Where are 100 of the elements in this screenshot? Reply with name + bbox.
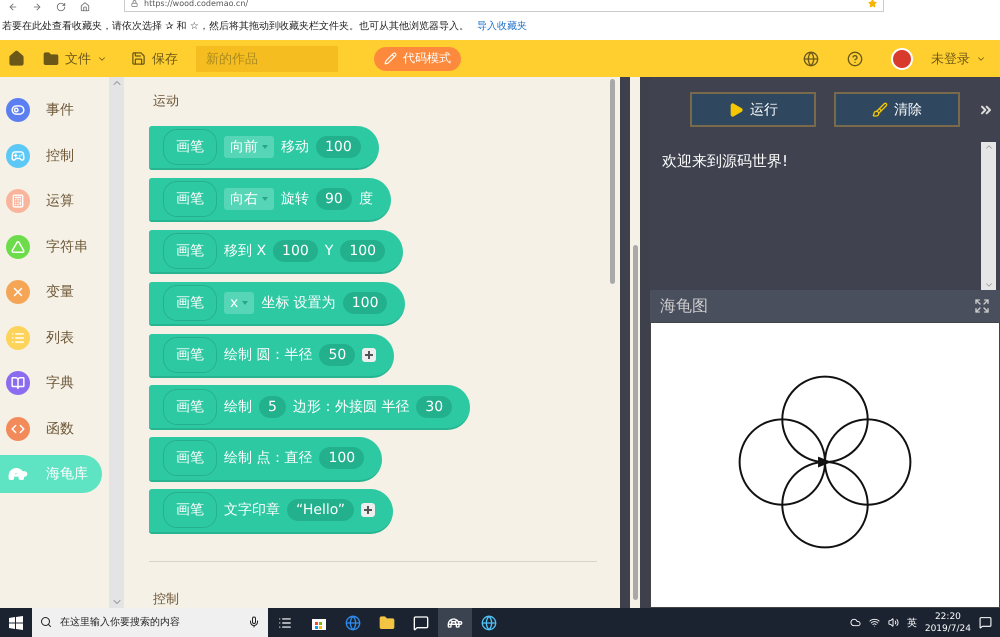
back-icon[interactable] bbox=[8, 2, 18, 12]
taskbar-app-button[interactable] bbox=[438, 608, 472, 637]
save-button[interactable]: 保存 bbox=[125, 50, 184, 68]
section-title: 控制 bbox=[153, 590, 180, 608]
lock-icon bbox=[131, 0, 138, 7]
home-icon[interactable] bbox=[80, 2, 90, 12]
block-text: 移动 bbox=[281, 138, 309, 156]
category-item[interactable]: 海龟库 bbox=[0, 455, 102, 493]
block-text: Y bbox=[324, 242, 334, 259]
block-text: 文字印章 bbox=[224, 501, 280, 520]
code-block[interactable]: 画笔 移到 X 100 Y 100 bbox=[149, 230, 404, 274]
block-value[interactable]: 100 bbox=[316, 136, 361, 158]
pen-label: 画笔 bbox=[163, 388, 217, 425]
expand-icon[interactable] bbox=[974, 298, 990, 314]
help-icon[interactable] bbox=[847, 50, 863, 66]
avatar[interactable] bbox=[891, 48, 913, 70]
block-text: 绘制 bbox=[224, 398, 252, 416]
category-item[interactable]: 字典 bbox=[0, 364, 102, 402]
globe-icon[interactable] bbox=[803, 50, 819, 66]
panel-title: 海龟图 bbox=[660, 296, 708, 316]
message-icon[interactable] bbox=[413, 614, 429, 630]
save-icon bbox=[131, 51, 146, 66]
pen-label: 画笔 bbox=[163, 232, 217, 269]
task-view-icon[interactable] bbox=[278, 616, 292, 630]
block-value[interactable]: 90 bbox=[316, 188, 352, 210]
cloud-icon[interactable] bbox=[850, 617, 861, 628]
pen-label: 画笔 bbox=[163, 129, 217, 166]
code-block[interactable]: 画笔 向右 旋转 90 度 bbox=[149, 178, 391, 222]
scrollbar-thumb[interactable] bbox=[632, 245, 638, 600]
brush-icon bbox=[872, 102, 888, 118]
code-block[interactable]: 画笔 x 坐标 设置为 100 bbox=[149, 282, 406, 326]
section-title: 运动 bbox=[153, 93, 180, 110]
block-dropdown[interactable]: x bbox=[224, 292, 254, 314]
title-field[interactable]: 新的作品 bbox=[196, 46, 338, 72]
block-value[interactable]: “Hello” bbox=[287, 499, 354, 522]
block-value[interactable]: 100 bbox=[273, 240, 318, 262]
code-block[interactable]: 画笔 绘制 5 边形：外接圆 半径 30 bbox=[149, 385, 470, 430]
block-text: 绘制 点：直径 bbox=[224, 449, 312, 468]
block-value[interactable]: 5 bbox=[259, 396, 286, 418]
microphone-icon[interactable] bbox=[248, 616, 260, 628]
favorites-hint: 若要在此处查看收藏夹，请依次选择 ✰ 和 ☆，然后将其拖动到收藏夹栏文件夹。也可从其他浏览器导入。 bbox=[2, 20, 469, 33]
home-icon[interactable] bbox=[8, 50, 25, 67]
pen-label: 画笔 bbox=[163, 492, 217, 528]
import-favorites-link[interactable]: 导入收藏夹 bbox=[476, 19, 527, 33]
search-icon bbox=[40, 616, 52, 628]
plus-icon[interactable] bbox=[361, 503, 376, 518]
block-value[interactable]: 30 bbox=[416, 396, 452, 418]
code-mode-button[interactable]: 代码模式 bbox=[374, 46, 461, 70]
search-field[interactable]: 在这里输入你要搜索的内容 bbox=[32, 608, 268, 637]
block-text: 边形：外接圆 半径 bbox=[292, 398, 410, 416]
code-block[interactable]: 画笔 文字印章 “Hello” bbox=[149, 489, 394, 534]
input-method[interactable]: 英 bbox=[906, 616, 917, 630]
category-item[interactable]: 列表 bbox=[0, 318, 102, 356]
block-text: 移到 X bbox=[224, 242, 266, 260]
block-value[interactable]: 100 bbox=[340, 240, 386, 262]
scrollbar-thumb[interactable] bbox=[610, 79, 615, 284]
pen-label: 画笔 bbox=[163, 440, 217, 476]
globe-icon[interactable] bbox=[481, 614, 497, 630]
block-text: 绘制 圆：半径 bbox=[224, 346, 312, 364]
clear-button[interactable]: 清除 bbox=[834, 92, 960, 127]
plus-icon[interactable] bbox=[362, 348, 376, 362]
wifi-icon[interactable] bbox=[868, 617, 880, 628]
block-value[interactable]: 100 bbox=[319, 447, 364, 470]
pen-label: 画笔 bbox=[163, 181, 217, 218]
category-item[interactable]: 字符串 bbox=[0, 228, 102, 266]
windows-icon[interactable] bbox=[9, 616, 23, 630]
notification-icon[interactable] bbox=[979, 616, 992, 629]
caret-icon bbox=[262, 197, 268, 202]
forward-icon[interactable] bbox=[32, 2, 42, 12]
folder-icon[interactable] bbox=[379, 614, 395, 630]
pen-label: 画笔 bbox=[163, 336, 217, 373]
favorite-star-icon[interactable] bbox=[868, 0, 877, 8]
user-menu[interactable]: 未登录 bbox=[925, 50, 992, 68]
block-dropdown[interactable]: 向前 bbox=[224, 136, 274, 158]
block-dropdown[interactable]: 向右 bbox=[224, 188, 274, 210]
file-menu[interactable]: 文件 bbox=[37, 50, 113, 68]
globe-icon[interactable] bbox=[345, 614, 361, 630]
block-value[interactable]: 50 bbox=[319, 344, 356, 366]
run-button[interactable]: 运行 bbox=[690, 92, 816, 127]
folder-icon bbox=[43, 50, 59, 66]
refresh-icon[interactable] bbox=[56, 2, 66, 12]
caret-icon bbox=[262, 145, 268, 150]
category-item[interactable]: 函数 bbox=[0, 410, 102, 448]
code-block[interactable]: 画笔 绘制 圆：半径 50 bbox=[149, 334, 394, 378]
code-block[interactable]: 画笔 绘制 点：直径 100 bbox=[149, 437, 382, 482]
caret-icon bbox=[242, 300, 248, 305]
volume-icon[interactable] bbox=[888, 617, 899, 628]
category-item[interactable]: 事件 bbox=[0, 91, 102, 129]
category-item[interactable]: 变量 bbox=[0, 273, 102, 311]
category-item[interactable]: 控制 bbox=[0, 136, 102, 174]
block-value[interactable]: 100 bbox=[342, 292, 388, 314]
pencil-icon bbox=[384, 52, 397, 65]
block-text: 度 bbox=[358, 190, 373, 208]
play-icon bbox=[728, 102, 744, 118]
code-block[interactable]: 画笔 向前 移动 100 bbox=[149, 126, 379, 170]
console-output: 欢迎来到源码世界! bbox=[661, 151, 790, 172]
block-text: 坐标 设置为 bbox=[261, 294, 336, 312]
clock[interactable]: 22:20 2019/7/24 bbox=[924, 610, 971, 634]
pen-label: 画笔 bbox=[163, 284, 217, 321]
category-item[interactable]: 运算 bbox=[0, 182, 102, 220]
